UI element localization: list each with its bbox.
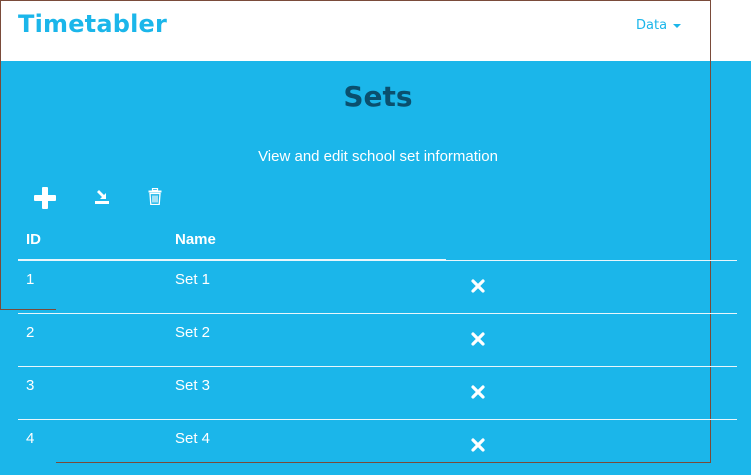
remove-row-button[interactable] bbox=[471, 332, 485, 346]
trash-icon bbox=[148, 187, 162, 206]
table-row: 3 Set 3 bbox=[0, 367, 751, 420]
set-id: 3 bbox=[26, 377, 35, 394]
import-icon bbox=[95, 190, 109, 204]
page-title: Sets bbox=[343, 80, 413, 113]
set-id: 4 bbox=[26, 430, 35, 447]
remove-row-button[interactable] bbox=[471, 385, 485, 399]
set-id: 1 bbox=[26, 271, 35, 288]
set-name[interactable]: Set 2 bbox=[175, 324, 210, 341]
remove-row-button[interactable] bbox=[471, 438, 485, 452]
data-menu[interactable]: Data bbox=[636, 18, 682, 33]
page-subtitle: View and edit school set information bbox=[258, 148, 498, 165]
set-name[interactable]: Set 1 bbox=[175, 271, 210, 288]
table-row: 4 Set 4 bbox=[0, 420, 751, 473]
table-row: 1 Set 1 bbox=[0, 261, 751, 314]
set-name[interactable]: Set 3 bbox=[175, 377, 210, 394]
remove-icon bbox=[471, 279, 485, 293]
frame-line-top bbox=[0, 0, 711, 1]
delete-button[interactable] bbox=[148, 187, 162, 206]
remove-row-button[interactable] bbox=[471, 279, 485, 293]
remove-icon bbox=[471, 438, 485, 452]
column-header-name: Name bbox=[175, 231, 216, 248]
column-header-id: ID bbox=[26, 231, 41, 248]
import-button[interactable] bbox=[94, 189, 110, 205]
set-id: 2 bbox=[26, 324, 35, 341]
set-name[interactable]: Set 4 bbox=[175, 430, 210, 447]
add-set-button[interactable] bbox=[33, 186, 57, 210]
data-menu-label: Data bbox=[636, 18, 668, 33]
table-row: 2 Set 2 bbox=[0, 314, 751, 367]
top-navbar: Timetabler Data bbox=[0, 0, 710, 61]
remove-icon bbox=[471, 385, 485, 399]
plus-icon bbox=[34, 187, 56, 209]
remove-icon bbox=[471, 332, 485, 346]
caret-down-icon bbox=[673, 23, 682, 28]
app-title[interactable]: Timetabler bbox=[18, 10, 167, 38]
